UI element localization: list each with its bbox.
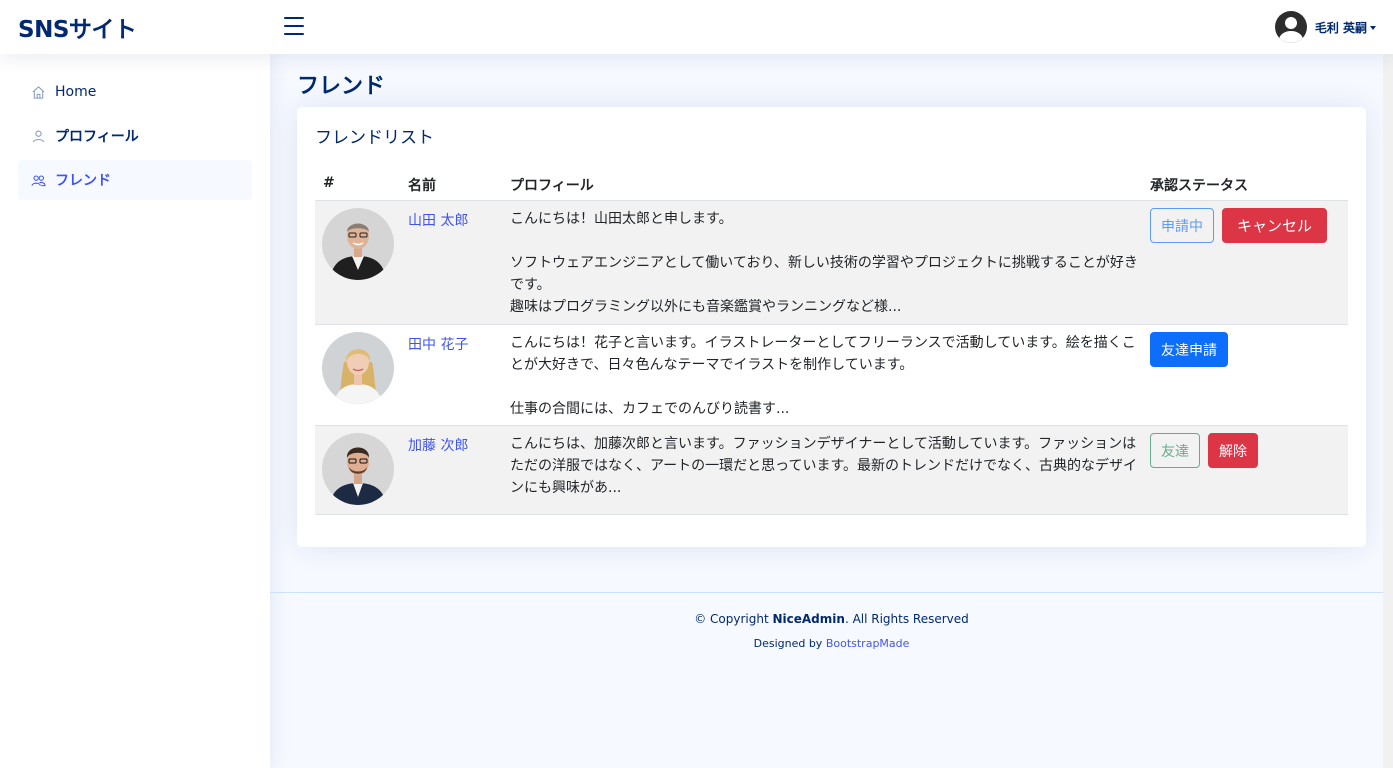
brand-name: NiceAdmin xyxy=(772,612,845,626)
menu-toggle-icon[interactable] xyxy=(284,17,304,37)
unfriend-button[interactable]: 解除 xyxy=(1208,433,1258,468)
site-logo[interactable]: SNSサイト xyxy=(18,10,137,44)
user-avatar-icon xyxy=(1274,11,1307,43)
table-row: 加藤 次郎 こんにちは、加藤次郎と言います。ファッションデザイナーとして活動して… xyxy=(315,426,1348,515)
friend-name-link[interactable]: 加藤 次郎 xyxy=(408,435,468,455)
column-header-number: # xyxy=(323,175,335,191)
sidebar-item-home[interactable]: Home xyxy=(18,72,252,112)
friend-status-button[interactable]: 友達 xyxy=(1150,433,1200,468)
credits: Designed by BootstrapMade xyxy=(753,637,910,650)
table-row: 山田 太郎 こんにちは！山田太郎と申します。 ソフトウェアエンジニアとして働いて… xyxy=(315,201,1348,325)
friend-avatar[interactable] xyxy=(322,332,394,404)
chevron-down-icon xyxy=(1370,26,1376,30)
scrollbar[interactable] xyxy=(1383,0,1393,768)
column-header-profile: プロフィール xyxy=(510,178,594,194)
column-header-name: 名前 xyxy=(408,178,436,194)
friend-name-link[interactable]: 田中 花子 xyxy=(408,334,468,354)
footer: © Copyright NiceAdmin. All Rights Reserv… xyxy=(270,592,1393,768)
table-header: # 名前 プロフィール 承認ステータス xyxy=(315,171,1348,201)
row-actions: 友達申請 xyxy=(1150,332,1228,367)
friend-request-button[interactable]: 友達申請 xyxy=(1150,332,1228,367)
cancel-request-button[interactable]: キャンセル xyxy=(1222,208,1328,243)
friend-name-link[interactable]: 山田 太郎 xyxy=(408,210,468,230)
user-name: 毛利 英嗣 xyxy=(1314,20,1367,35)
copyright: © Copyright NiceAdmin. All Rights Reserv… xyxy=(694,612,969,626)
designer-link[interactable]: BootstrapMade xyxy=(826,637,910,650)
sidebar-item-label: フレンド xyxy=(55,173,111,189)
sidebar-item-label: プロフィール xyxy=(55,129,139,145)
header: SNSサイト 毛利 英嗣 xyxy=(0,0,1393,54)
card-title: フレンドリスト xyxy=(315,128,434,148)
user-menu[interactable]: 毛利 英嗣 xyxy=(1274,11,1376,43)
pending-button[interactable]: 申請中 xyxy=(1150,208,1214,243)
house-icon xyxy=(32,85,45,99)
friend-profile-text: こんにちは！山田太郎と申します。 ソフトウェアエンジニアとして働いており、新しい… xyxy=(510,211,1138,315)
sidebar: Home プロフィール フレンド xyxy=(0,54,270,768)
friend-profile-text: こんにちは、加藤次郎と言います。ファッションデザイナーとして活動しています。ファ… xyxy=(510,436,1138,496)
table-row: 田中 花子 こんにちは！花子と言います。イラストレーターとしてフリーランスで活動… xyxy=(315,325,1348,426)
column-header-status: 承認ステータス xyxy=(1150,178,1248,194)
person-icon xyxy=(32,130,45,142)
page-title: フレンド xyxy=(297,74,386,99)
friend-profile-text: こんにちは！花子と言います。イラストレーターとしてフリーランスで活動しています。… xyxy=(510,335,1136,417)
sidebar-item-profile[interactable]: プロフィール xyxy=(18,116,252,156)
people-icon xyxy=(31,174,46,186)
row-actions: 申請中 キャンセル xyxy=(1150,208,1328,243)
friend-avatar[interactable] xyxy=(322,208,394,280)
friend-list-card: フレンドリスト # 名前 プロフィール 承認ステータス 山田 太郎 こんにちは！… xyxy=(297,107,1366,547)
friend-avatar[interactable] xyxy=(322,433,394,505)
sidebar-item-friends[interactable]: フレンド xyxy=(18,160,252,200)
row-actions: 友達 解除 xyxy=(1150,433,1258,468)
sidebar-item-label: Home xyxy=(55,84,97,100)
